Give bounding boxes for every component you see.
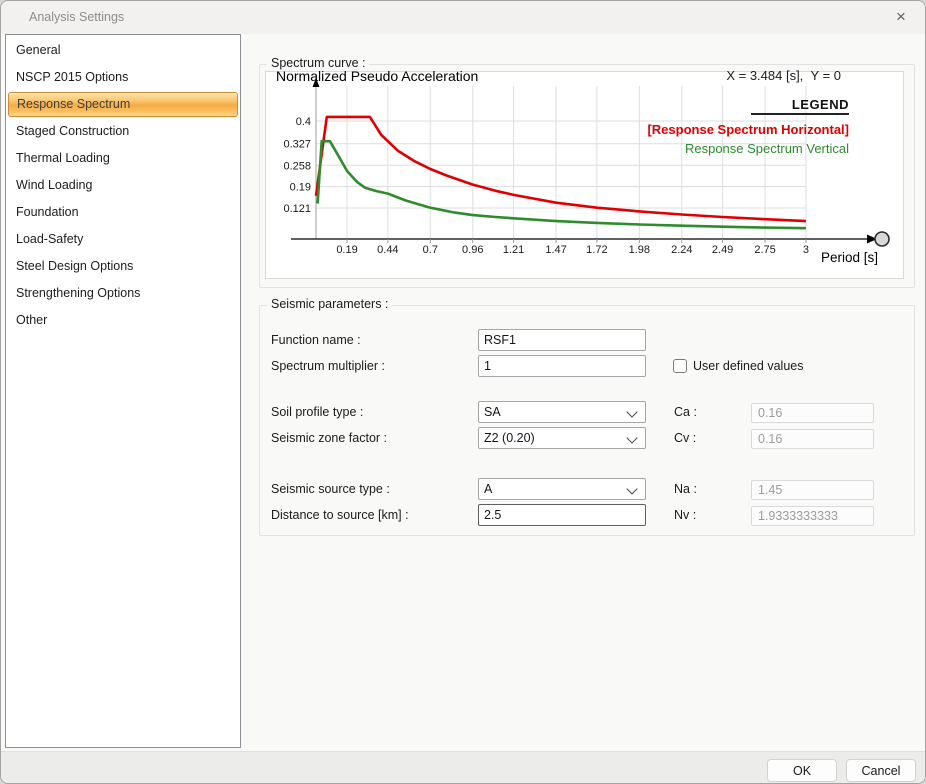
chevron-down-icon (626, 483, 638, 495)
seismic-source-type-value: A (484, 482, 493, 496)
ca-label: Ca : (674, 405, 697, 419)
nv-label: Nv : (674, 508, 697, 522)
analysis-settings-dialog: Analysis Settings × General NSCP 2015 Opt… (0, 0, 926, 784)
svg-text:1.72: 1.72 (586, 244, 607, 256)
sidebar-item-load-safety[interactable]: Load-Safety (6, 226, 240, 253)
sidebar-item-nscp-2015-options[interactable]: NSCP 2015 Options (6, 64, 240, 91)
sidebar-item-thermal-loading[interactable]: Thermal Loading (6, 145, 240, 172)
period-slider-handle[interactable] (874, 231, 890, 247)
spectrum-multiplier-input[interactable] (478, 355, 646, 377)
svg-text:0.44: 0.44 (377, 244, 398, 256)
spectrum-multiplier-label: Spectrum multiplier : (271, 359, 385, 373)
legend-item-horizontal: [Response Spectrum Horizontal] (647, 122, 849, 137)
function-name-label: Function name : (271, 333, 361, 347)
cv-label: Cv : (674, 431, 697, 445)
cv-value-field (751, 429, 874, 449)
na-value-field (751, 480, 874, 500)
svg-text:1.47: 1.47 (545, 244, 566, 256)
svg-text:0.4: 0.4 (296, 116, 311, 128)
sidebar-item-staged-construction[interactable]: Staged Construction (6, 118, 240, 145)
sidebar-item-foundation[interactable]: Foundation (6, 199, 240, 226)
distance-to-source-input[interactable] (478, 504, 646, 526)
chart-legend: LEGEND [Response Spectrum Horizontal] Re… (647, 96, 849, 156)
svg-text:0.19: 0.19 (290, 181, 311, 193)
svg-text:0.327: 0.327 (283, 139, 311, 151)
nv-value-field (751, 506, 874, 526)
x-axis-label: Period [s] (820, 250, 878, 265)
function-name-input[interactable] (478, 329, 646, 351)
titlebar: Analysis Settings × (1, 1, 925, 34)
cancel-button[interactable]: Cancel (846, 759, 916, 782)
ca-value-field (751, 403, 874, 423)
settings-category-list: General NSCP 2015 Options Response Spectru… (5, 34, 241, 748)
svg-text:2.75: 2.75 (754, 244, 775, 256)
chevron-down-icon (626, 432, 638, 444)
na-label: Na : (674, 482, 697, 496)
legend-title: LEGEND (751, 97, 849, 115)
sidebar-item-strengthening-options[interactable]: Strengthening Options (6, 280, 240, 307)
chevron-down-icon (626, 406, 638, 418)
ok-button[interactable]: OK (767, 759, 837, 782)
soil-profile-type-value: SA (484, 405, 501, 419)
seismic-zone-factor-value: Z2 (0.20) (484, 431, 535, 445)
cursor-readout: X = 3.484 [s], Y = 0 (726, 68, 841, 83)
svg-text:2.49: 2.49 (712, 244, 733, 256)
chart-title: Normalized Pseudo Acceleration (276, 68, 479, 84)
seismic-zone-factor-select[interactable]: Z2 (0.20) (478, 427, 646, 449)
sidebar-item-general[interactable]: General (6, 37, 240, 64)
sidebar-items: General NSCP 2015 Options Response Spectru… (6, 37, 240, 334)
seismic-source-type-select[interactable]: A (478, 478, 646, 500)
svg-text:2.24: 2.24 (671, 244, 692, 256)
svg-text:0.121: 0.121 (283, 203, 311, 215)
svg-text:0.258: 0.258 (283, 160, 311, 172)
user-defined-values-checkbox[interactable] (673, 359, 687, 373)
sidebar-item-response-spectrum[interactable]: Response Spectrum (8, 92, 238, 117)
svg-text:0.7: 0.7 (423, 244, 438, 256)
svg-text:3: 3 (803, 244, 809, 256)
seismic-source-type-label: Seismic source type : (271, 482, 390, 496)
seismic-parameters-group-label: Seismic parameters : (267, 297, 393, 311)
soil-profile-type-select[interactable]: SA (478, 401, 646, 423)
legend-item-vertical: Response Spectrum Vertical (684, 141, 849, 156)
soil-profile-type-label: Soil profile type : (271, 405, 364, 419)
seismic-zone-factor-label: Seismic zone factor : (271, 431, 388, 445)
svg-text:0.19: 0.19 (336, 244, 357, 256)
dialog-footer: OK Cancel (1, 751, 925, 783)
sidebar-item-wind-loading[interactable]: Wind Loading (6, 172, 240, 199)
svg-text:0.96: 0.96 (462, 244, 483, 256)
svg-text:1.21: 1.21 (503, 244, 524, 256)
svg-text:1.98: 1.98 (629, 244, 650, 256)
sidebar-item-steel-design-options[interactable]: Steel Design Options (6, 253, 240, 280)
close-icon[interactable]: × (885, 4, 917, 30)
user-defined-values-label: User defined values (693, 359, 804, 373)
sidebar-item-other[interactable]: Other (6, 307, 240, 334)
dialog-title: Analysis Settings (29, 10, 125, 24)
distance-to-source-label: Distance to source [km] : (271, 508, 409, 522)
